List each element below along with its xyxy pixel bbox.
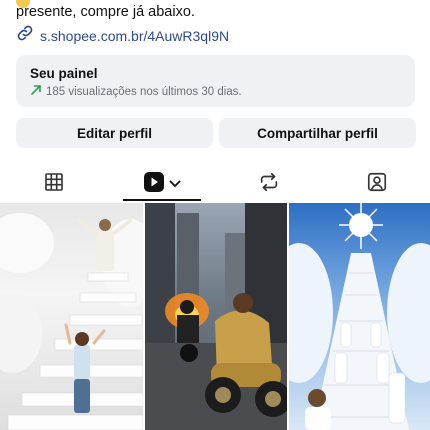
edit-profile-button[interactable]: Editar perfil — [16, 118, 213, 148]
grid-icon — [44, 172, 64, 197]
tab-grid[interactable] — [0, 166, 108, 202]
tab-reels[interactable] — [123, 166, 201, 202]
repost-icon — [258, 171, 280, 198]
tab-tagged[interactable] — [323, 166, 430, 202]
bio-link-text[interactable]: s.shopee.com.br/4AuwR3ql9N — [40, 28, 229, 44]
tagged-person-icon — [366, 171, 388, 198]
reels-play-icon — [143, 171, 169, 198]
reel-thumbnail[interactable] — [145, 203, 287, 430]
panel-subtitle-row: 185 visualizações nos últimos 30 dias. — [30, 84, 401, 99]
stairway-heaven-image — [0, 213, 143, 430]
reels-grid — [0, 203, 430, 430]
bio-line-2: presente, compre já abaixo. — [16, 4, 195, 20]
profile-tabs — [0, 166, 430, 202]
panel-title: Seu painel — [30, 66, 98, 81]
motorcycle-street-image — [145, 203, 287, 430]
reel-thumbnail[interactable] — [289, 203, 430, 430]
active-tab-indicator — [123, 199, 201, 201]
chevron-down-icon — [169, 175, 181, 193]
share-profile-button[interactable]: Compartilhar perfil — [219, 118, 416, 148]
bio-link[interactable]: s.shopee.com.br/4AuwR3ql9N — [16, 24, 229, 47]
dashboard-panel[interactable]: Seu painel 185 visualizações nos últimos… — [16, 55, 415, 107]
reel-thumbnail[interactable] — [0, 203, 143, 430]
trend-up-icon — [30, 84, 42, 99]
link-icon — [16, 24, 34, 47]
stairway-sky-light-image — [289, 203, 430, 430]
tab-reposts[interactable] — [215, 166, 323, 202]
panel-subtitle: 185 visualizações nos últimos 30 dias. — [46, 85, 242, 98]
